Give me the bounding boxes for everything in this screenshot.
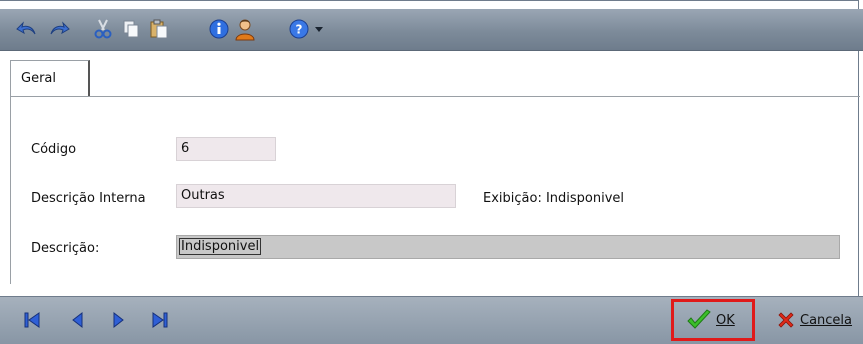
help-icon[interactable]: ?: [286, 17, 312, 41]
tab-geral-label: Geral: [21, 71, 56, 86]
ok-button[interactable]: OK: [686, 305, 735, 335]
codigo-value: 6: [181, 141, 190, 156]
toolbar: ?: [0, 9, 863, 51]
descricao-value: Indisponivel: [179, 238, 262, 255]
copy-icon[interactable]: [118, 17, 144, 41]
ok-button-label: OK: [716, 312, 735, 328]
previous-record-icon[interactable]: [68, 310, 88, 330]
codigo-label: Código: [31, 142, 77, 157]
paste-icon[interactable]: [146, 17, 172, 41]
check-icon: [687, 309, 711, 329]
form-panel: Código 6 Descrição Interna Outras Exibiç…: [10, 96, 861, 284]
cancel-button-label: Cancela: [800, 312, 853, 328]
descricao-interna-value: Outras: [181, 188, 225, 203]
descricao-interna-field[interactable]: Outras: [176, 184, 456, 208]
tab-geral[interactable]: Geral: [10, 60, 90, 96]
user-icon[interactable]: [232, 17, 258, 41]
cancel-x-icon: [778, 312, 794, 328]
first-record-icon[interactable]: [22, 310, 42, 330]
cancel-button[interactable]: Cancela: [776, 305, 852, 335]
exibicao-text: Exibição: Indisponivel: [483, 191, 625, 206]
descricao-label: Descrição:: [31, 241, 100, 256]
undo-icon[interactable]: [14, 17, 40, 41]
info-icon[interactable]: [206, 17, 232, 41]
tab-strip: Geral: [10, 60, 860, 97]
descricao-interna-label: Descrição Interna: [31, 191, 146, 206]
codigo-field[interactable]: 6: [176, 137, 276, 161]
descricao-field[interactable]: Indisponivel: [176, 235, 840, 259]
redo-icon[interactable]: [46, 17, 72, 41]
dropdown-arrow-icon[interactable]: [312, 17, 326, 41]
last-record-icon[interactable]: [150, 310, 170, 330]
svg-text:?: ?: [296, 23, 303, 37]
next-record-icon[interactable]: [108, 310, 128, 330]
cut-icon[interactable]: [90, 17, 116, 41]
